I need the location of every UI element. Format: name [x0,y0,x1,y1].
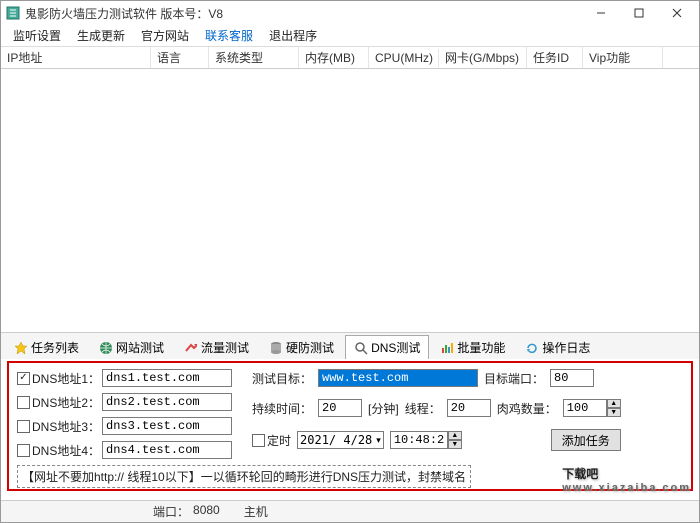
schedule-label: 定时 [267,432,291,449]
tab-0[interactable]: 任务列表 [5,335,88,359]
column-header[interactable]: 语言 [151,47,209,68]
bot-label: 肉鸡数量： [497,400,557,417]
status-host-label: 主机 [244,503,268,520]
tabs: 任务列表 网站测试 流量测试 硬防测试 DNS测试 批量功能 操作日志 [1,333,699,359]
dns-label-1: DNS地址1： [32,370,100,387]
column-header[interactable]: CPU(MHz) [369,49,439,67]
tab-4[interactable]: DNS测试 [345,335,429,359]
target-input[interactable] [318,369,478,387]
table-header: IP地址语言系统类型内存(MB)CPU(MHz)网卡(G/Mbps)任务IDVi… [1,47,699,69]
target-label: 测试目标： [252,370,312,387]
port-label: 目标端口： [484,370,544,387]
dns-checkbox-1[interactable] [17,372,30,385]
app-icon [5,5,21,21]
column-header[interactable]: 系统类型 [209,47,299,68]
dns-label-3: DNS地址3： [32,418,100,435]
status-port-value: 8080 [193,503,220,520]
schedule-checkbox[interactable] [252,434,265,447]
spinner-up[interactable]: ▲ [607,399,621,408]
spinner-down[interactable]: ▼ [448,440,462,449]
tab-3[interactable]: 硬防测试 [260,335,343,359]
window-title: 鬼影防火墙压力测试软件 版本号：V8 [25,5,583,22]
dns-input-4[interactable] [102,441,232,459]
magnify-icon [354,341,368,355]
chart-icon [440,341,454,355]
tab-label: 任务列表 [31,339,79,356]
dns-checkbox-3[interactable] [17,420,30,433]
close-button[interactable] [659,3,695,23]
dns-panel: DNS地址1： DNS地址2： DNS地址3： DNS地址4： 测试目标： 目标端口：… [7,361,693,491]
table-body[interactable] [1,69,699,333]
dns-checkbox-2[interactable] [17,396,30,409]
menu-item-4[interactable]: 退出程序 [261,25,325,46]
column-header[interactable]: Vip功能 [583,47,663,68]
tab-label: 硬防测试 [286,339,334,356]
tab-label: 网站测试 [116,339,164,356]
menu-item-3[interactable]: 联系客服 [197,25,261,46]
dns-input-3[interactable] [102,417,232,435]
refresh-icon [525,341,539,355]
dns-input-2[interactable] [102,393,232,411]
menu-item-0[interactable]: 监听设置 [5,25,69,46]
column-header[interactable]: IP地址 [1,47,151,68]
status-port-label: 端口： [153,503,189,520]
maximize-button[interactable] [621,3,657,23]
minimize-button[interactable] [583,3,619,23]
tab-5[interactable]: 批量功能 [431,335,514,359]
duration-input[interactable] [318,399,362,417]
date-picker[interactable]: 2021/ 4/28 ▾ [297,431,384,449]
star-icon [14,341,28,355]
spinner-up[interactable]: ▲ [448,431,462,440]
port-input[interactable] [550,369,594,387]
column-header[interactable]: 网卡(G/Mbps) [439,47,527,68]
duration-label: 持续时间： [252,400,312,417]
column-header[interactable]: 任务ID [527,47,583,68]
thread-input[interactable] [447,399,491,417]
add-task-button[interactable]: 添加任务 [551,429,621,451]
time-picker[interactable]: ▲ ▼ [390,431,462,449]
dns-label-4: DNS地址4： [32,442,100,459]
column-header[interactable]: 内存(MB) [299,47,369,68]
tab-label: 流量测试 [201,339,249,356]
menubar: 监听设置生成更新官方网站联系客服退出程序 [1,25,699,47]
dns-input-1[interactable] [102,369,232,387]
dns-checkbox-4[interactable] [17,444,30,457]
thread-label: 线程： [405,400,441,417]
menu-item-1[interactable]: 生成更新 [69,25,133,46]
tab-2[interactable]: 流量测试 [175,335,258,359]
arrow-icon [184,341,198,355]
chevron-down-icon: ▾ [376,435,381,446]
tab-6[interactable]: 操作日志 [516,335,599,359]
menu-item-2[interactable]: 官方网站 [133,25,197,46]
tab-label: 操作日志 [542,339,590,356]
tab-1[interactable]: 网站测试 [90,335,173,359]
dns-label-2: DNS地址2： [32,394,100,411]
statusbar: 端口： 8080 主机 [1,500,699,522]
disk-icon [269,341,283,355]
spinner-down[interactable]: ▼ [607,408,621,417]
duration-unit: [分钟] [368,400,399,417]
tab-label: 批量功能 [457,339,505,356]
globe-icon [99,341,113,355]
tab-label: DNS测试 [371,339,420,356]
hint-text: 【网址不要加http:// 线程10以下】一以循环轮回的畸形进行DNS压力测试，… [17,465,471,488]
bot-spinner[interactable]: ▲ ▼ [563,399,621,417]
